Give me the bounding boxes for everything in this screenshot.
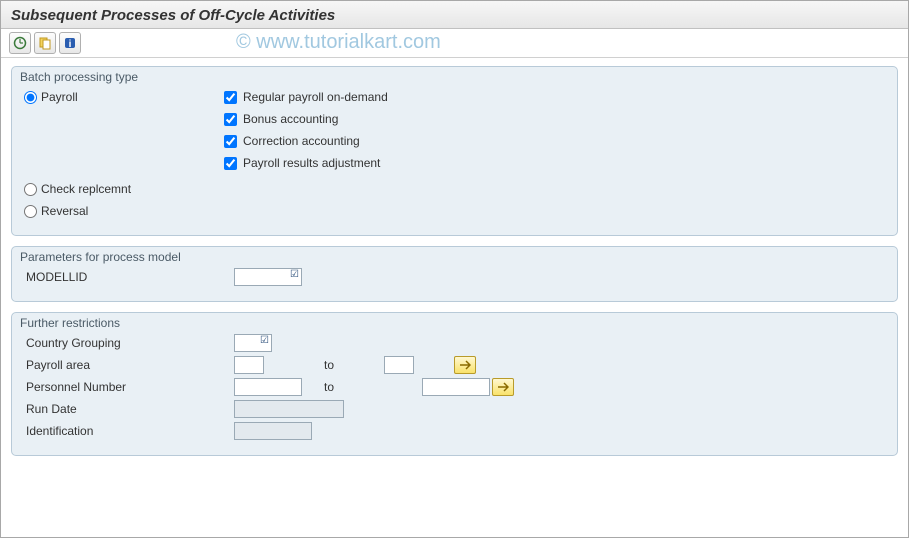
radio-payroll-label: Payroll [41, 90, 78, 104]
check-adjust[interactable] [224, 157, 237, 170]
radio-check-replcemnt[interactable] [24, 183, 37, 196]
check-regular-label: Regular payroll on-demand [243, 90, 388, 104]
check-correction[interactable] [224, 135, 237, 148]
label-country-grouping: Country Grouping [24, 336, 234, 350]
content: Batch processing type Payroll Regular pa… [1, 58, 908, 474]
group-restrictions-title: Further restrictions [20, 316, 120, 330]
page-title: Subsequent Processes of Off-Cycle Activi… [1, 1, 908, 29]
radio-payroll[interactable] [24, 91, 37, 104]
multi-select-payroll-area[interactable] [454, 356, 476, 374]
group-params: Parameters for process model MODELLID ☑ [11, 246, 898, 302]
label-to: to [302, 380, 422, 394]
input-payroll-area-to[interactable] [384, 356, 414, 374]
check-bonus[interactable] [224, 113, 237, 126]
input-modellid[interactable] [234, 268, 302, 286]
input-personnel-number-to[interactable] [422, 378, 490, 396]
execute-button[interactable] [9, 32, 31, 54]
svg-text:i: i [69, 39, 72, 50]
input-run-date [234, 400, 344, 418]
label-run-date: Run Date [24, 402, 234, 416]
radio-reversal[interactable] [24, 205, 37, 218]
radio-reversal-label: Reversal [41, 204, 88, 218]
check-correction-label: Correction accounting [243, 134, 360, 148]
get-variant-button[interactable] [34, 32, 56, 54]
group-batch-title: Batch processing type [20, 70, 138, 84]
check-adjust-label: Payroll results adjustment [243, 156, 380, 170]
toolbar: i [1, 29, 908, 58]
input-payroll-area-from[interactable] [234, 356, 264, 374]
group-restrictions: Further restrictions Country Grouping ☑ … [11, 312, 898, 456]
label-payroll-area: Payroll area [24, 358, 234, 372]
group-batch-type: Batch processing type Payroll Regular pa… [11, 66, 898, 236]
input-identification [234, 422, 312, 440]
check-bonus-label: Bonus accounting [243, 112, 338, 126]
label-identification: Identification [24, 424, 234, 438]
radio-check-replcemnt-label: Check replcemnt [41, 182, 131, 196]
label-to: to [264, 358, 384, 372]
input-personnel-number-from[interactable] [234, 378, 302, 396]
info-button[interactable]: i [59, 32, 81, 54]
multi-select-personnel-number[interactable] [492, 378, 514, 396]
label-personnel-number: Personnel Number [24, 380, 234, 394]
label-modellid: MODELLID [24, 270, 234, 284]
check-regular[interactable] [224, 91, 237, 104]
group-params-title: Parameters for process model [20, 250, 181, 264]
input-country-grouping[interactable] [234, 334, 272, 352]
